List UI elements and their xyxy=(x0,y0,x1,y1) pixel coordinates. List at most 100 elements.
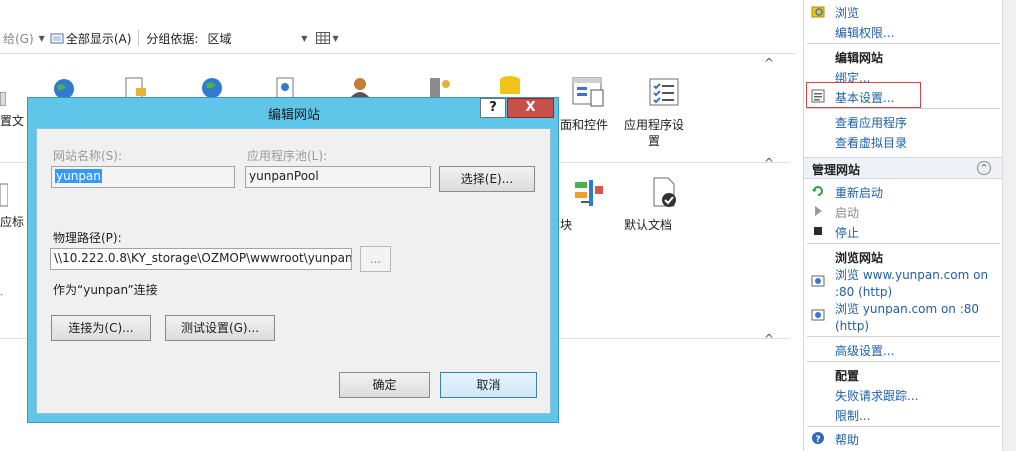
partial-item-marker: - xyxy=(0,290,4,300)
ok-button[interactable]: 确定 xyxy=(339,372,430,398)
select-app-pool-button[interactable]: 选择(E)... xyxy=(439,166,535,192)
feature-label-partial[interactable]: 置文 xyxy=(0,112,24,129)
browse-folder-icon xyxy=(811,6,825,18)
action-browse-yunpan[interactable]: 浏览 yunpan.com on :80 (http) xyxy=(835,301,979,335)
page-icon xyxy=(276,77,294,98)
edit-site-dialog: 编辑网站 ? X 网站名称(S): yunpan 应用程序池(L): yunpa… xyxy=(27,97,559,423)
filter-toolbar: 给(G) ▼ 全部显示(A) 分组依据: 区域 ▼ ▼ xyxy=(0,26,800,50)
action-failed-request-tracing[interactable]: 失败请求跟踪... xyxy=(835,387,918,404)
site-name-label: 网站名称(S): xyxy=(53,149,123,163)
svg-text:?: ? xyxy=(815,435,820,445)
browse-yunpan-line2: (http) xyxy=(835,319,869,333)
feature-label-partial[interactable]: 应标 xyxy=(0,213,24,230)
action-browse-www[interactable]: 浏览 www.yunpan.com on :80 (http) xyxy=(835,267,988,301)
toolbar-divider xyxy=(0,53,795,54)
feature-label: 默认文档 xyxy=(624,218,673,232)
collapse-section-icon[interactable]: ^ xyxy=(977,161,991,175)
physical-path-value: \\10.222.0.8\KY_storage\OZMOP\wwwroot\yu… xyxy=(54,251,352,265)
browse-www-line2: :80 (http) xyxy=(835,285,893,299)
server-key-icon xyxy=(430,78,450,98)
collapse-group-icon[interactable]: ^ xyxy=(764,156,774,170)
user-icon xyxy=(350,78,370,98)
browse-www-line1: 浏览 www.yunpan.com on xyxy=(835,268,989,282)
default-document-icon xyxy=(653,177,676,207)
connect-as-button[interactable]: 连接为(C)... xyxy=(51,315,151,341)
chevron-down-icon: ▼ xyxy=(332,33,339,43)
group-by-label: 分组依据: xyxy=(146,31,199,46)
feature-app-settings[interactable]: 应用程序设 置 xyxy=(624,76,704,148)
browse-web-icon xyxy=(811,275,825,287)
collapse-group-icon[interactable]: ^ xyxy=(764,332,774,346)
view-mode-button[interactable]: ▼ xyxy=(313,27,343,49)
dialog-body: 网站名称(S): yunpan 应用程序池(L): yunpanPool 选择(… xyxy=(36,128,551,414)
document-lock-icon xyxy=(125,77,146,98)
physical-path-label: 物理路径(P): xyxy=(53,231,122,245)
configure-header: 配置 xyxy=(835,369,860,383)
pane-divider xyxy=(807,43,1000,44)
chevron-down-icon: ▼ xyxy=(301,33,308,43)
action-help[interactable]: 帮助 xyxy=(835,431,859,448)
pane-divider xyxy=(807,243,1000,244)
site-name-value: yunpan xyxy=(55,169,102,183)
cancel-button[interactable]: 取消 xyxy=(440,372,537,398)
restart-icon xyxy=(812,186,823,196)
site-name-field[interactable]: yunpan xyxy=(51,166,235,188)
pane-divider xyxy=(807,361,1000,362)
partial-feature-icon xyxy=(0,183,8,207)
go-button[interactable]: 给(G) xyxy=(0,27,37,49)
partial-feature-icon xyxy=(0,92,6,106)
browse-site-header: 浏览网站 xyxy=(835,251,884,265)
manage-site-header: 管理网站 xyxy=(812,163,861,177)
action-start: 启动 xyxy=(835,206,860,220)
manage-site-section-header[interactable]: 管理网站 ^ xyxy=(804,157,1003,179)
feature-modules[interactable]: 模块 xyxy=(548,176,628,232)
group-by-select[interactable]: 区域 ▼ xyxy=(203,28,313,48)
physical-path-field[interactable]: \\10.222.0.8\KY_storage\OZMOP\wwwroot\yu… xyxy=(50,248,352,270)
group-by-value: 区域 xyxy=(207,31,232,46)
browse-yunpan-line1: 浏览 yunpan.com on :80 xyxy=(835,302,980,316)
pages-controls-icon xyxy=(572,77,604,107)
basic-settings-highlight xyxy=(806,82,921,108)
test-settings-button[interactable]: 测试设置(G)... xyxy=(165,315,275,341)
action-edit-permissions[interactable]: 编辑权限... xyxy=(835,24,894,41)
show-all-label: 全部显示(A) xyxy=(65,31,132,46)
pane-divider xyxy=(807,336,1000,337)
actions-pane: 浏览 编辑权限... 编辑网站 绑定... 基本设置... 查看应用程序 查看虚… xyxy=(803,0,1003,451)
app-pool-field: yunpanPool xyxy=(245,166,431,188)
close-button[interactable]: X xyxy=(507,98,554,118)
globe-user-icon xyxy=(202,78,222,98)
grid-view-icon xyxy=(316,32,331,44)
collapse-group-icon[interactable]: ^ xyxy=(764,56,774,70)
action-view-virtual-directories[interactable]: 查看虚拟目录 xyxy=(835,134,907,151)
modules-icon xyxy=(575,180,603,206)
action-limits[interactable]: 限制... xyxy=(835,407,870,424)
action-view-applications[interactable]: 查看应用程序 xyxy=(835,114,907,131)
show-all-button[interactable]: 全部显示(A) xyxy=(47,27,135,49)
show-all-icon xyxy=(50,33,64,44)
action-browse[interactable]: 浏览 xyxy=(835,4,859,21)
pane-divider xyxy=(807,426,1000,427)
app-pool-label: 应用程序池(L): xyxy=(247,149,328,163)
feature-default-document[interactable]: 默认文档 xyxy=(624,176,704,232)
dialog-titlebar[interactable]: 编辑网站 ? X xyxy=(28,98,560,126)
help-button[interactable]: ? xyxy=(480,98,506,118)
browse-path-button[interactable]: ... xyxy=(360,246,391,272)
help-icon: ? xyxy=(812,432,824,445)
stop-icon xyxy=(814,227,822,235)
pane-divider xyxy=(807,108,1000,109)
app-pool-value: yunpanPool xyxy=(249,169,319,183)
chevron-down-icon[interactable]: ▼ xyxy=(39,34,45,43)
toolbar-separator xyxy=(138,30,140,46)
database-icon xyxy=(500,76,520,94)
app-settings-icon xyxy=(649,78,679,106)
feature-label: 应用程序设 置 xyxy=(624,118,685,148)
start-icon xyxy=(815,206,822,216)
connect-as-text: 作为“yunpan”连接 xyxy=(53,283,158,297)
action-advanced-settings[interactable]: 高级设置... xyxy=(835,342,894,359)
pane-scrollbar[interactable] xyxy=(1002,0,1016,451)
feature-pages-controls[interactable]: 页面和控件 xyxy=(548,76,628,132)
browse-web-icon xyxy=(811,309,825,321)
action-stop[interactable]: 停止 xyxy=(835,224,859,241)
action-restart[interactable]: 重新启动 xyxy=(835,184,883,201)
edit-site-header: 编辑网站 xyxy=(835,51,884,65)
